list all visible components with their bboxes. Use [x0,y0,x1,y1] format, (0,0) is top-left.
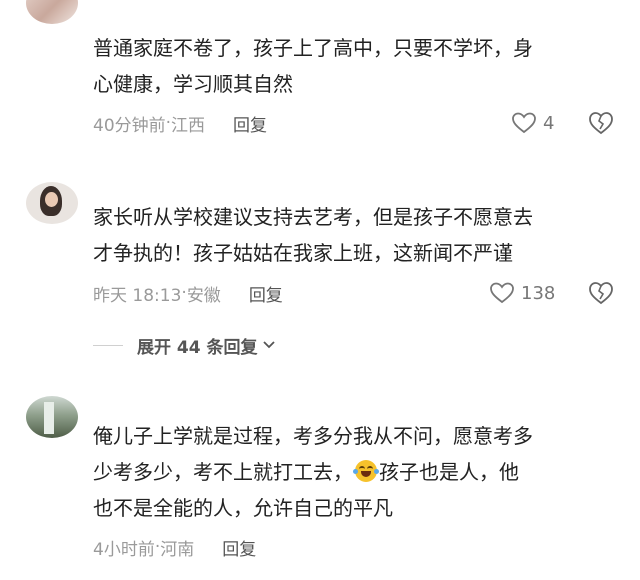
comment-text-line: 心健康，学习顺其自然 [93,72,293,96]
dislike-heart-icon[interactable] [588,110,614,136]
reply-button[interactable]: 回复 [222,535,256,560]
expand-replies-label: 展开 44 条回复 [137,337,258,358]
comment-text-line: 也不是全能的人，允许自己的平凡 [93,496,393,520]
like-button[interactable]: 4 [511,109,554,137]
comment-location: 江西 [171,115,206,136]
comment-text-line: 普通家庭不卷了，孩子上了高中，只要不学坏，身 [93,36,533,60]
heart-icon [512,112,536,134]
avatar-face [45,192,58,207]
expand-replies-button[interactable]: 展开 44 条回复 [93,330,276,360]
reply-button[interactable]: 回复 [233,111,267,136]
comment-text-fragment: 孩子也是人，他 [379,460,519,484]
comment-meta: 昨天 18:13 · 安徽 回复 [93,279,283,307]
comment-text-line: 家长听从学校建议支持去艺考，但是孩子不愿意去 [93,205,533,229]
reply-button[interactable]: 回复 [249,281,283,306]
like-count: 4 [543,112,555,134]
comment-text-line: 俺儿子上学就是过程，考多分我从不问，愿意考多 [93,424,533,448]
heart-icon [490,282,514,304]
like-count: 138 [521,282,556,304]
comment-location: 河南 [160,539,195,560]
like-button[interactable]: 138 [489,279,555,307]
avatar[interactable] [26,0,78,24]
comment-time: 40分钟前 [93,115,166,136]
comment-time: 4小时前 [93,539,155,560]
comment-content: 普通家庭不卷了，孩子上了高中，只要不学坏，身 心健康，学习顺其自然 [93,30,623,102]
comment-content: 俺儿子上学就是过程，考多分我从不问，愿意考多 少考多少，考不上就打工去， 孩子也是… [93,418,623,526]
username-cropped [93,176,203,186]
comment-meta: 4小时前 · 河南 回复 [93,533,256,561]
avatar[interactable] [26,182,78,224]
comment-text-line: 才争执的！孩子姑姑在我家上班，这新闻不严谨 [93,241,513,265]
avatar[interactable] [26,396,78,438]
comment-meta: 40分钟前 · 江西 回复 [93,109,267,137]
comment-text-line: 少考多少，考不上就打工去， 孩子也是人，他 [93,454,623,490]
divider [93,344,123,346]
avatar-waterfall [44,402,54,434]
comment-text-fragment: 少考多少，考不上就打工去， [93,460,353,484]
comment-location: 安徽 [186,285,221,306]
dislike-heart-icon[interactable] [588,280,614,306]
chevron-down-icon [262,341,275,349]
comment-content: 家长听从学校建议支持去艺考，但是孩子不愿意去 才争执的！孩子姑姑在我家上班，这新… [93,199,623,271]
laughing-crying-emoji [353,460,379,482]
comment-time: 昨天 18:13 [93,285,182,306]
